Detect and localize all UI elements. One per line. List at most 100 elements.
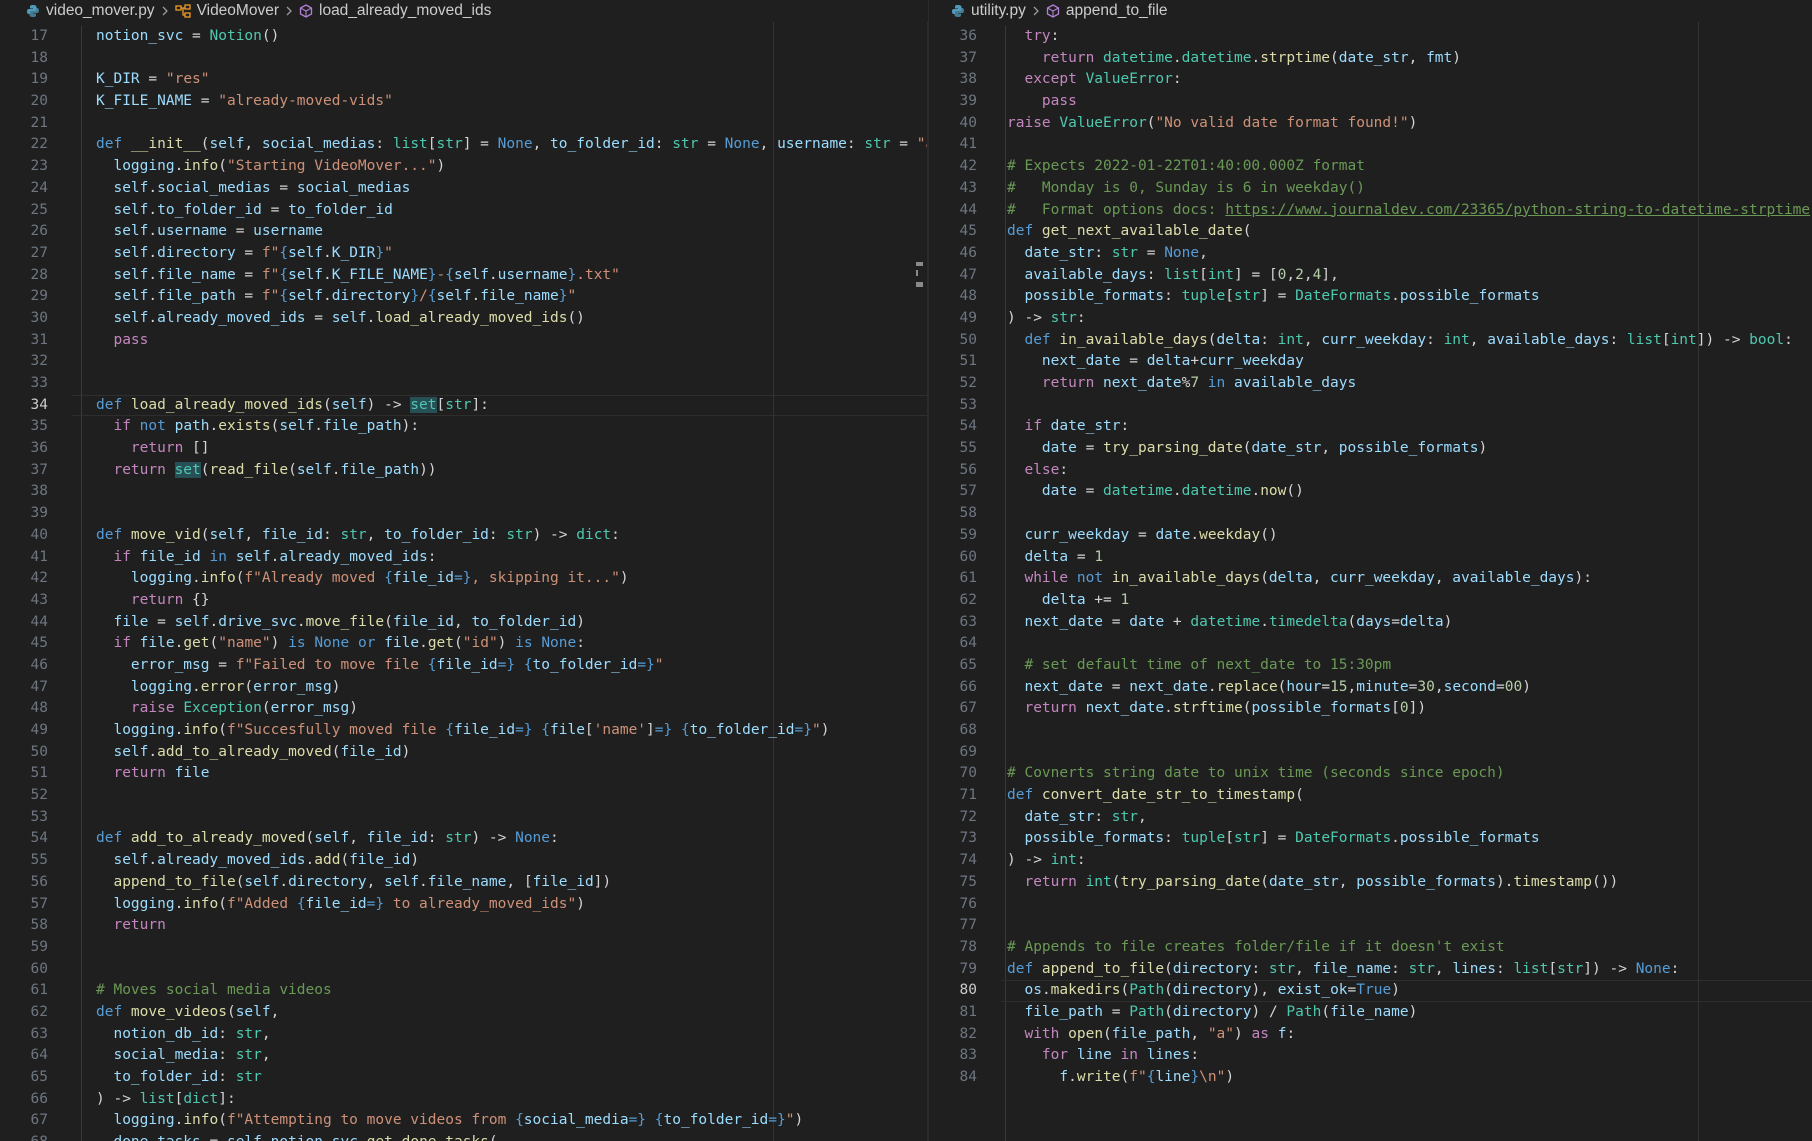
code-text[interactable]: self.already_moved_ids = self.load_alrea… xyxy=(96,308,584,330)
code-text[interactable]: date_str: str, xyxy=(1007,807,1146,829)
code-text[interactable]: social_media: str, xyxy=(96,1045,270,1067)
code-line[interactable]: 19 K_DIR = "res" xyxy=(0,69,928,91)
code-text[interactable]: # set default time of next_date to 15:30… xyxy=(1007,655,1391,677)
code-line[interactable]: 41 xyxy=(929,134,1812,156)
code-line[interactable]: 52 return next_date%7 in available_days xyxy=(929,373,1812,395)
code-text[interactable]: return int(try_parsing_date(date_str, po… xyxy=(1007,872,1618,894)
code-text[interactable]: os.makedirs(Path(directory), exist_ok=Tr… xyxy=(1007,980,1399,1002)
code-line[interactable]: 63 next_date = date + datetime.timedelta… xyxy=(929,612,1812,634)
code-line[interactable]: 37 return set(read_file(self.file_path)) xyxy=(0,460,928,482)
code-line[interactable]: 61 while not in_available_days(delta, cu… xyxy=(929,568,1812,590)
code-text[interactable]: return next_date%7 in available_days xyxy=(1007,373,1356,395)
code-line[interactable]: 55 self.already_moved_ids.add(file_id) xyxy=(0,850,928,872)
code-line[interactable]: 47 logging.error(error_msg) xyxy=(0,677,928,699)
code-line[interactable]: 79 def append_to_file(directory: str, fil… xyxy=(929,959,1812,981)
code-line[interactable]: 68 xyxy=(929,720,1812,742)
code-line[interactable]: 56 else: xyxy=(929,460,1812,482)
code-text[interactable]: done_tasks = self.notion_svc.get_done_ta… xyxy=(96,1132,497,1141)
code-line[interactable]: 28 self.file_name = f"{self.K_FILE_NAME}… xyxy=(0,265,928,287)
code-text[interactable]: K_FILE_NAME = "already-moved-vids" xyxy=(96,91,393,113)
code-text[interactable]: self.to_folder_id = to_folder_id xyxy=(96,200,392,222)
code-line[interactable]: 46 date_str: str = None, xyxy=(929,243,1812,265)
code-text[interactable]: file = self.drive_svc.move_file(file_id,… xyxy=(96,612,584,634)
code-text[interactable]: possible_formats: tuple[str] = DateForma… xyxy=(1007,286,1539,308)
code-line[interactable]: 41 if file_id in self.already_moved_ids: xyxy=(0,547,928,569)
code-text[interactable]: for line in lines: xyxy=(1007,1045,1199,1067)
code-line[interactable]: 49) -> str: xyxy=(929,308,1812,330)
code-line[interactable]: 59 xyxy=(0,937,928,959)
code-line[interactable]: 29 self.file_path = f"{self.directory}/{… xyxy=(0,286,928,308)
code-line[interactable]: 65 # set default time of next_date to 15… xyxy=(929,655,1812,677)
code-line[interactable]: 68 done_tasks = self.notion_svc.get_done… xyxy=(0,1132,928,1141)
code-text[interactable]: next_date = delta+curr_weekday xyxy=(1007,351,1304,373)
editor-pane-left[interactable]: video_mover.py VideoMover load_already_m… xyxy=(0,0,928,1141)
code-text[interactable]: logging.info(f"Succesfully moved file {f… xyxy=(96,720,829,742)
code-area-left[interactable]: 17 notion_svc = Notion() 18 19 K_DIR = "res"… xyxy=(0,26,928,1141)
code-text[interactable]: self.already_moved_ids.add(file_id) xyxy=(96,850,419,872)
code-line[interactable]: 59 curr_weekday = date.weekday() xyxy=(929,525,1812,547)
code-line[interactable]: 20 K_FILE_NAME = "already-moved-vids" xyxy=(0,91,928,113)
code-line[interactable]: 62 def move_videos(self, xyxy=(0,1002,928,1024)
code-line[interactable]: 81 file_path = Path(directory) / Path(fi… xyxy=(929,1002,1812,1024)
code-text[interactable]: self.file_path = f"{self.directory}/{sel… xyxy=(96,286,576,308)
code-line[interactable]: 39 pass xyxy=(929,91,1812,113)
code-line[interactable]: 24 self.social_medias = social_medias xyxy=(0,178,928,200)
code-line[interactable]: 73 possible_formats: tuple[str] = DateFo… xyxy=(929,828,1812,850)
code-line[interactable]: 46 error_msg = f"Failed to move file {fi… xyxy=(0,655,928,677)
code-line[interactable]: 71 def convert_date_str_to_timestamp( xyxy=(929,785,1812,807)
code-line[interactable]: 66) -> list[dict]: xyxy=(0,1089,928,1111)
code-line[interactable]: 44 file = self.drive_svc.move_file(file_… xyxy=(0,612,928,634)
code-text[interactable]: # Appends to file creates folder/file if… xyxy=(1007,937,1505,959)
code-line[interactable]: 80 os.makedirs(Path(directory), exist_ok… xyxy=(929,980,1812,1002)
code-line[interactable]: 57 date = datetime.datetime.now() xyxy=(929,481,1812,503)
code-text[interactable]: file_path = Path(directory) / Path(file_… xyxy=(1007,1002,1417,1024)
code-text[interactable]: logging.error(error_msg) xyxy=(96,677,341,699)
code-text[interactable]: date_str: str = None, xyxy=(1007,243,1207,265)
code-line[interactable]: 43 return {} xyxy=(0,590,928,612)
code-text[interactable]: def in_available_days(delta: int, curr_w… xyxy=(1007,330,1792,352)
code-text[interactable]: f.write(f"{line}\n") xyxy=(1007,1067,1234,1089)
code-text[interactable]: return set(read_file(self.file_path)) xyxy=(96,460,437,482)
code-line[interactable]: 39 xyxy=(0,503,928,525)
code-line[interactable]: 60 delta = 1 xyxy=(929,547,1812,569)
code-text[interactable]: ) -> list[dict]: xyxy=(96,1089,236,1111)
code-line[interactable]: 58 return xyxy=(0,915,928,937)
code-text[interactable]: logging.info(f"Added {file_id=} to alrea… xyxy=(96,894,584,916)
code-line[interactable]: 52 xyxy=(0,785,928,807)
code-text[interactable]: if date_str: xyxy=(1007,416,1129,438)
code-line[interactable]: 64 social_media: str, xyxy=(0,1045,928,1067)
code-text[interactable]: except ValueError: xyxy=(1007,69,1181,91)
code-line[interactable]: 76 xyxy=(929,894,1812,916)
code-text[interactable]: self.file_name = f"{self.K_FILE_NAME}-{s… xyxy=(96,265,619,287)
code-line[interactable]: 69 xyxy=(929,742,1812,764)
code-line[interactable]: 43 # Monday is 0, Sunday is 6 in weekday(… xyxy=(929,178,1812,200)
code-line[interactable]: 48 possible_formats: tuple[str] = DateFo… xyxy=(929,286,1812,308)
code-text[interactable]: date = datetime.datetime.now() xyxy=(1007,481,1304,503)
code-text[interactable]: else: xyxy=(1007,460,1068,482)
code-text[interactable]: pass xyxy=(96,330,148,352)
code-line[interactable]: 51 next_date = delta+curr_weekday xyxy=(929,351,1812,373)
code-line[interactable]: 48 raise Exception(error_msg) xyxy=(0,698,928,720)
code-text[interactable]: delta = 1 xyxy=(1007,547,1103,569)
code-text[interactable]: def __init__(self, social_medias: list[s… xyxy=(96,134,928,156)
breadcrumb-method[interactable]: append_to_file xyxy=(1066,2,1168,20)
code-line[interactable]: 60 xyxy=(0,959,928,981)
code-line[interactable]: 74) -> int: xyxy=(929,850,1812,872)
code-line[interactable]: 33 xyxy=(0,373,928,395)
code-line[interactable]: 61 # Moves social media videos xyxy=(0,980,928,1002)
code-text[interactable]: # Expects 2022-01-22T01:40:00.000Z forma… xyxy=(1007,156,1365,178)
code-text[interactable]: notion_db_id: str, xyxy=(96,1024,270,1046)
code-line[interactable]: 49 logging.info(f"Succesfully moved file… xyxy=(0,720,928,742)
code-text[interactable]: self.add_to_already_moved(file_id) xyxy=(96,742,410,764)
code-text[interactable]: if file_id in self.already_moved_ids: xyxy=(96,547,436,569)
code-line[interactable]: 22 def __init__(self, social_medias: list… xyxy=(0,134,928,156)
code-line[interactable]: 55 date = try_parsing_date(date_str, pos… xyxy=(929,438,1812,460)
code-line[interactable]: 77 xyxy=(929,915,1812,937)
code-text[interactable]: return datetime.datetime.strptime(date_s… xyxy=(1007,48,1461,70)
code-line[interactable]: 70 # Covnerts string date to unix time (s… xyxy=(929,763,1812,785)
code-line[interactable]: 53 xyxy=(0,807,928,829)
code-text[interactable]: # Covnerts string date to unix time (sec… xyxy=(1007,763,1505,785)
code-line[interactable]: 36 return [] xyxy=(0,438,928,460)
code-text[interactable]: append_to_file(self.directory, self.file… xyxy=(96,872,611,894)
code-line[interactable]: 51 return file xyxy=(0,763,928,785)
